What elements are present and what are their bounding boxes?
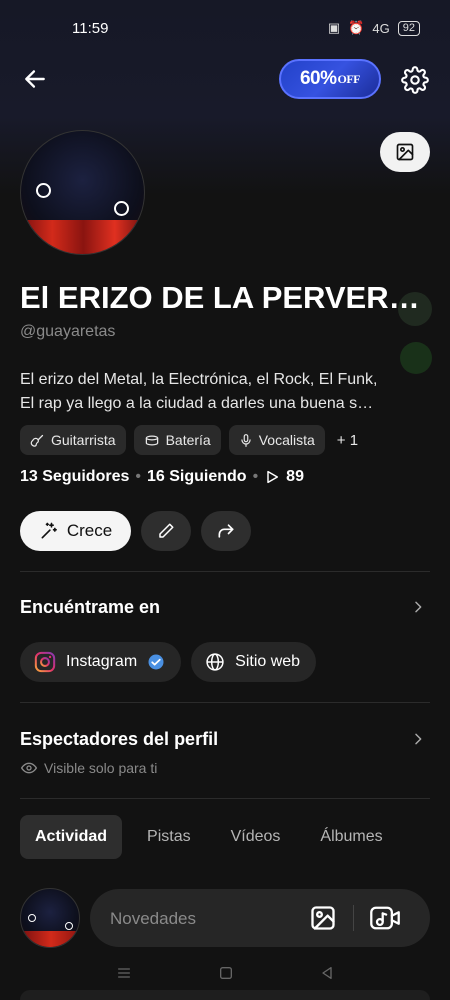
profile-actions: Crece	[20, 511, 251, 551]
status-icons: ▣ ⏰ 4G 92	[328, 20, 420, 36]
role-tags: Guitarrista Batería Vocalista + 1	[20, 425, 358, 455]
verified-icon	[148, 654, 164, 670]
avatar-ring-right	[114, 201, 129, 216]
profile-avatar[interactable]	[20, 130, 145, 255]
add-video-icon[interactable]	[369, 904, 401, 932]
signal-label: 4G	[372, 20, 390, 36]
bio-line: El erizo del Metal, la Electrónica, el R…	[20, 371, 378, 388]
settings-button[interactable]	[398, 63, 432, 97]
separator-dot: •	[135, 468, 141, 485]
grow-button[interactable]: Crece	[20, 511, 131, 551]
divider	[20, 798, 430, 799]
image-icon	[396, 143, 414, 161]
profile-name: El ERIZO DE LA PERVERSI…	[20, 280, 432, 315]
composer-separator	[353, 905, 354, 931]
composer-avatar	[20, 888, 80, 948]
arrow-left-icon	[25, 70, 45, 88]
instagram-link[interactable]: Instagram	[20, 642, 182, 682]
bio-line: El rap ya llego a la ciudad a darles una…	[20, 395, 374, 412]
tab-actividad[interactable]: Actividad	[20, 815, 123, 859]
visibility-note: Visible solo para ti	[20, 760, 157, 776]
avatar-ring-left	[36, 183, 51, 198]
link-label: Sitio web	[235, 653, 301, 670]
plays-count: 89	[286, 468, 304, 485]
edit-banner-button[interactable]	[380, 132, 430, 172]
tag-label: Guitarrista	[51, 432, 116, 448]
tab-albumes[interactable]: Álbumes	[305, 815, 397, 859]
promo-off: OFF	[337, 71, 361, 86]
find-me-title[interactable]: Encuéntrame en	[20, 597, 160, 618]
promo-percent: 60%	[299, 68, 337, 89]
tab-videos[interactable]: Vídeos	[216, 815, 296, 859]
grow-label: Crece	[66, 521, 113, 540]
add-image-icon[interactable]	[308, 904, 338, 932]
avatar-red-band	[21, 931, 79, 947]
separator-dot: •	[252, 468, 259, 485]
back-button[interactable]	[18, 62, 52, 96]
link-label: Instagram	[66, 653, 138, 670]
pencil-icon	[159, 523, 174, 538]
avatar-ring-right	[65, 922, 73, 930]
alarm-icon: ⏰	[348, 20, 365, 35]
menu-icon[interactable]	[115, 965, 133, 981]
following-count[interactable]: 16 Siguiendo	[147, 468, 247, 486]
divider	[20, 702, 430, 703]
edit-profile-button[interactable]	[141, 511, 191, 551]
sparkle-icon	[41, 522, 57, 539]
promo-badge[interactable]: 60% OFF	[279, 59, 381, 99]
profile-viewers-title[interactable]: Espectadores del perfil	[20, 729, 218, 750]
drum-icon	[145, 435, 158, 446]
gear-icon	[401, 66, 429, 94]
more-tags[interactable]: + 1	[337, 432, 358, 449]
avatar-ring-left	[28, 914, 36, 922]
status-time: 11:59	[72, 20, 109, 37]
website-link[interactable]: Sitio web	[191, 642, 317, 682]
profile-tabs: Actividad Pistas Vídeos Álbumes	[20, 815, 408, 859]
eye-icon	[20, 762, 38, 774]
tag-label: Vocalista	[258, 432, 315, 448]
tag-bateria[interactable]: Batería	[133, 425, 221, 455]
system-nav-bar	[0, 958, 450, 988]
battery-indicator: 92	[397, 20, 420, 36]
back-triangle-icon[interactable]	[319, 965, 335, 981]
guitar-icon	[30, 434, 44, 447]
divider	[20, 571, 430, 572]
followers-count[interactable]: 13 Seguidores	[20, 468, 129, 486]
social-links: Instagram Sitio web	[20, 642, 317, 682]
profile-stats: 13 Seguidores • 16 Siguiendo • 89	[20, 468, 304, 486]
post-composer[interactable]: Novedades	[90, 889, 430, 947]
chevron-right-icon[interactable]	[410, 599, 426, 615]
tag-vocalista[interactable]: Vocalista	[228, 425, 325, 455]
globe-icon	[206, 653, 224, 671]
profile-handle: @guayaretas	[20, 323, 116, 340]
share-button[interactable]	[201, 511, 251, 551]
tag-label: Batería	[165, 432, 211, 448]
visibility-note-text: Visible solo para ti	[44, 760, 158, 776]
mic-icon	[241, 433, 251, 447]
avatar-red-band	[21, 220, 144, 254]
profile-bio[interactable]: El erizo del Metal, la Electrónica, el R…	[20, 368, 432, 416]
tab-pistas[interactable]: Pistas	[132, 815, 206, 859]
chevron-right-icon[interactable]	[410, 731, 426, 747]
nfc-icon: ▣	[327, 20, 341, 35]
status-bar: 11:59 ▣ ⏰ 4G 92	[0, 18, 450, 42]
tag-guitarrista[interactable]: Guitarrista	[20, 425, 126, 455]
bottom-sheet-peek	[20, 990, 430, 1000]
home-square-icon[interactable]	[218, 965, 234, 981]
instagram-icon	[34, 651, 56, 673]
composer-placeholder: Novedades	[110, 909, 197, 928]
play-icon	[267, 470, 279, 484]
share-arrow-icon	[218, 524, 234, 538]
